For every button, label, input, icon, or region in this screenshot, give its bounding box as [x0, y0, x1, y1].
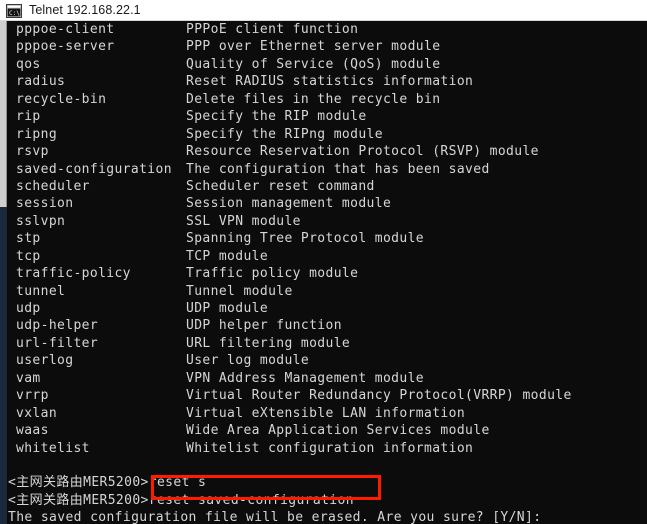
command-description: URL filtering module	[186, 335, 351, 351]
command-description: Scheduler reset command	[186, 178, 375, 194]
command-description: Virtual Router Redundancy Protocol(VRRP)…	[186, 388, 572, 404]
command-name: url-filter	[16, 335, 99, 351]
command-name: userlog	[16, 353, 74, 369]
command-row: url-filter URL filtering module	[8, 335, 647, 352]
command-help-list: pppoe-client PPPoE client function pppoe-…	[8, 21, 647, 457]
command-name: vxlan	[16, 405, 58, 421]
command-row: rip Specify the RIP module	[8, 108, 647, 125]
command-row: saved-configuration The configuration tha…	[8, 161, 647, 178]
command-name: saved-configuration	[16, 161, 172, 177]
command-name: scheduler	[16, 178, 90, 194]
command-name: pppoe-server	[16, 39, 115, 55]
command-description: Quality of Service (QoS) module	[186, 56, 441, 72]
command-description: Whitelist configuration information	[186, 440, 474, 456]
command-description: Delete files in the recycle bin	[186, 91, 441, 107]
command-row: radius Reset RADIUS statistics informatio…	[8, 73, 647, 90]
console-screen: pppoe-client PPPoE client function pppoe-…	[8, 21, 647, 524]
command-name: stp	[16, 231, 41, 247]
command-description: Session management module	[186, 196, 392, 212]
command-row: traffic-policy Traffic policy module	[8, 265, 647, 282]
command-description: UDP helper function	[186, 318, 342, 334]
command-name: recycle-bin	[16, 91, 107, 107]
command-name: qos	[16, 56, 41, 72]
command-name: rsvp	[16, 144, 49, 160]
svg-text:C:\: C:\	[9, 10, 20, 17]
command-name: sslvpn	[16, 213, 66, 229]
command-name: traffic-policy	[16, 266, 131, 282]
command-row: vxlan Virtual eXtensible LAN information	[8, 405, 647, 422]
command-row: session Session management module	[8, 195, 647, 212]
command-row: whitelist Whitelist configuration informa…	[8, 440, 647, 457]
prompt-line-history: <主网关路由MER5200>reset s	[8, 474, 647, 491]
command-description: Specify the RIPng module	[186, 126, 383, 142]
console-scrollbar[interactable]	[0, 21, 7, 524]
console-cmd-icon: C:\	[6, 3, 22, 18]
command-name: rip	[16, 109, 41, 125]
command-name: whitelist	[16, 440, 90, 456]
command-description: TCP module	[186, 248, 269, 264]
command-row: pppoe-server PPP over Ethernet server mod…	[8, 38, 647, 55]
command-name: tcp	[16, 248, 41, 264]
command-description: Reset RADIUS statistics information	[186, 74, 474, 90]
command-description: The configuration that has been saved	[186, 161, 490, 177]
command-description: Wide Area Application Services module	[186, 423, 490, 439]
command-row: udp-helper UDP helper function	[8, 317, 647, 334]
command-row: tcp TCP module	[8, 248, 647, 265]
command-name: session	[16, 196, 74, 212]
command-description: PPPoE client function	[186, 22, 359, 37]
command-row: sslvpn SSL VPN module	[8, 213, 647, 230]
command-description: VPN Address Management module	[186, 370, 424, 386]
command-row: scheduler Scheduler reset command	[8, 178, 647, 195]
command-name: pppoe-client	[16, 22, 115, 37]
command-name: udp	[16, 301, 41, 316]
command-description: Tunnel module	[186, 283, 293, 299]
command-row: tunnel Tunnel module	[8, 283, 647, 300]
command-row: vrrp Virtual Router Redundancy Protocol(V…	[8, 387, 647, 404]
confirmation-text: The saved configuration file will be era…	[8, 510, 542, 524]
scrollbar-thumb[interactable]	[0, 21, 7, 207]
confirmation-line: The saved configuration file will be era…	[8, 509, 647, 524]
command-description: Specify the RIP module	[186, 109, 367, 125]
command-row: qos Quality of Service (QoS) module	[8, 56, 647, 73]
prompt-line-text: <主网关路由MER5200>reset s	[8, 475, 207, 491]
command-description: UDP module	[186, 301, 269, 316]
command-description: Resource Reservation Protocol (RSVP) mod…	[186, 144, 539, 160]
command-name: radius	[16, 74, 66, 90]
command-name: ripng	[16, 126, 58, 142]
command-row: userlog User log module	[8, 352, 647, 369]
command-name: vrrp	[16, 388, 49, 404]
command-description: PPP over Ethernet server module	[186, 39, 441, 55]
command-name: waas	[16, 423, 49, 439]
command-description: Spanning Tree Protocol module	[186, 231, 424, 247]
console-body[interactable]: pppoe-client PPPoE client function pppoe-…	[0, 21, 647, 524]
command-name: tunnel	[16, 283, 66, 299]
command-row: vam VPN Address Management module	[8, 370, 647, 387]
title-bar[interactable]: C:\ Telnet 192.168.22.1	[0, 0, 647, 21]
command-row: pppoe-client PPPoE client function	[8, 21, 647, 38]
command-description: Traffic policy module	[186, 266, 359, 282]
command-row: ripng Specify the RIPng module	[8, 126, 647, 143]
command-row: waas Wide Area Application Services modul…	[8, 422, 647, 439]
command-row: rsvp Resource Reservation Protocol (RSVP)…	[8, 143, 647, 160]
prompt-line-text: <主网关路由MER5200>reset saved-configuration	[8, 492, 354, 508]
telnet-window: C:\ Telnet 192.168.22.1 pppoe-client PPPo…	[0, 0, 647, 524]
command-name: vam	[16, 370, 41, 386]
command-name: udp-helper	[16, 318, 99, 334]
session-transcript: <主网关路由MER5200>reset s <主网关路由MER5200>rese…	[8, 474, 647, 524]
command-description: Virtual eXtensible LAN information	[186, 405, 466, 421]
command-description: SSL VPN module	[186, 213, 301, 229]
prompt-line-annotated: <主网关路由MER5200>reset saved-configuration	[8, 492, 647, 509]
window-title: Telnet 192.168.22.1	[29, 3, 141, 17]
command-description: User log module	[186, 353, 310, 369]
command-row: udp UDP module	[8, 300, 647, 317]
command-row: recycle-bin Delete files in the recycle b…	[8, 91, 647, 108]
command-row: stp Spanning Tree Protocol module	[8, 230, 647, 247]
